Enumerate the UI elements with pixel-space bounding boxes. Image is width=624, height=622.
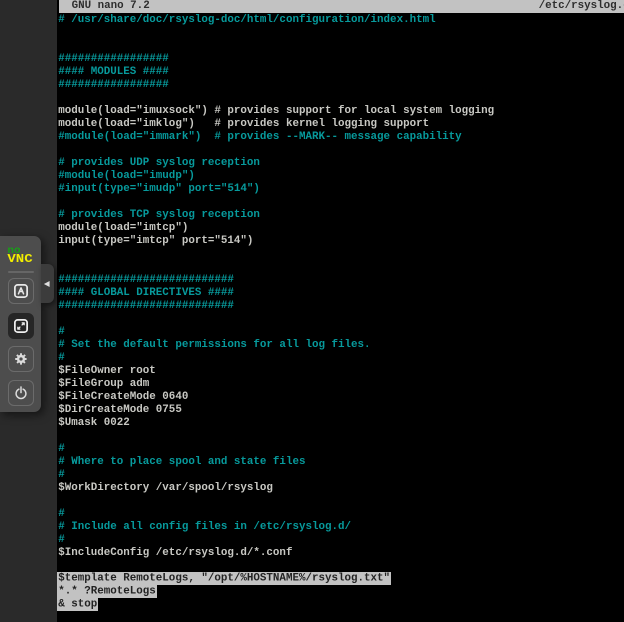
svg-text:VNC: VNC [7,253,32,266]
